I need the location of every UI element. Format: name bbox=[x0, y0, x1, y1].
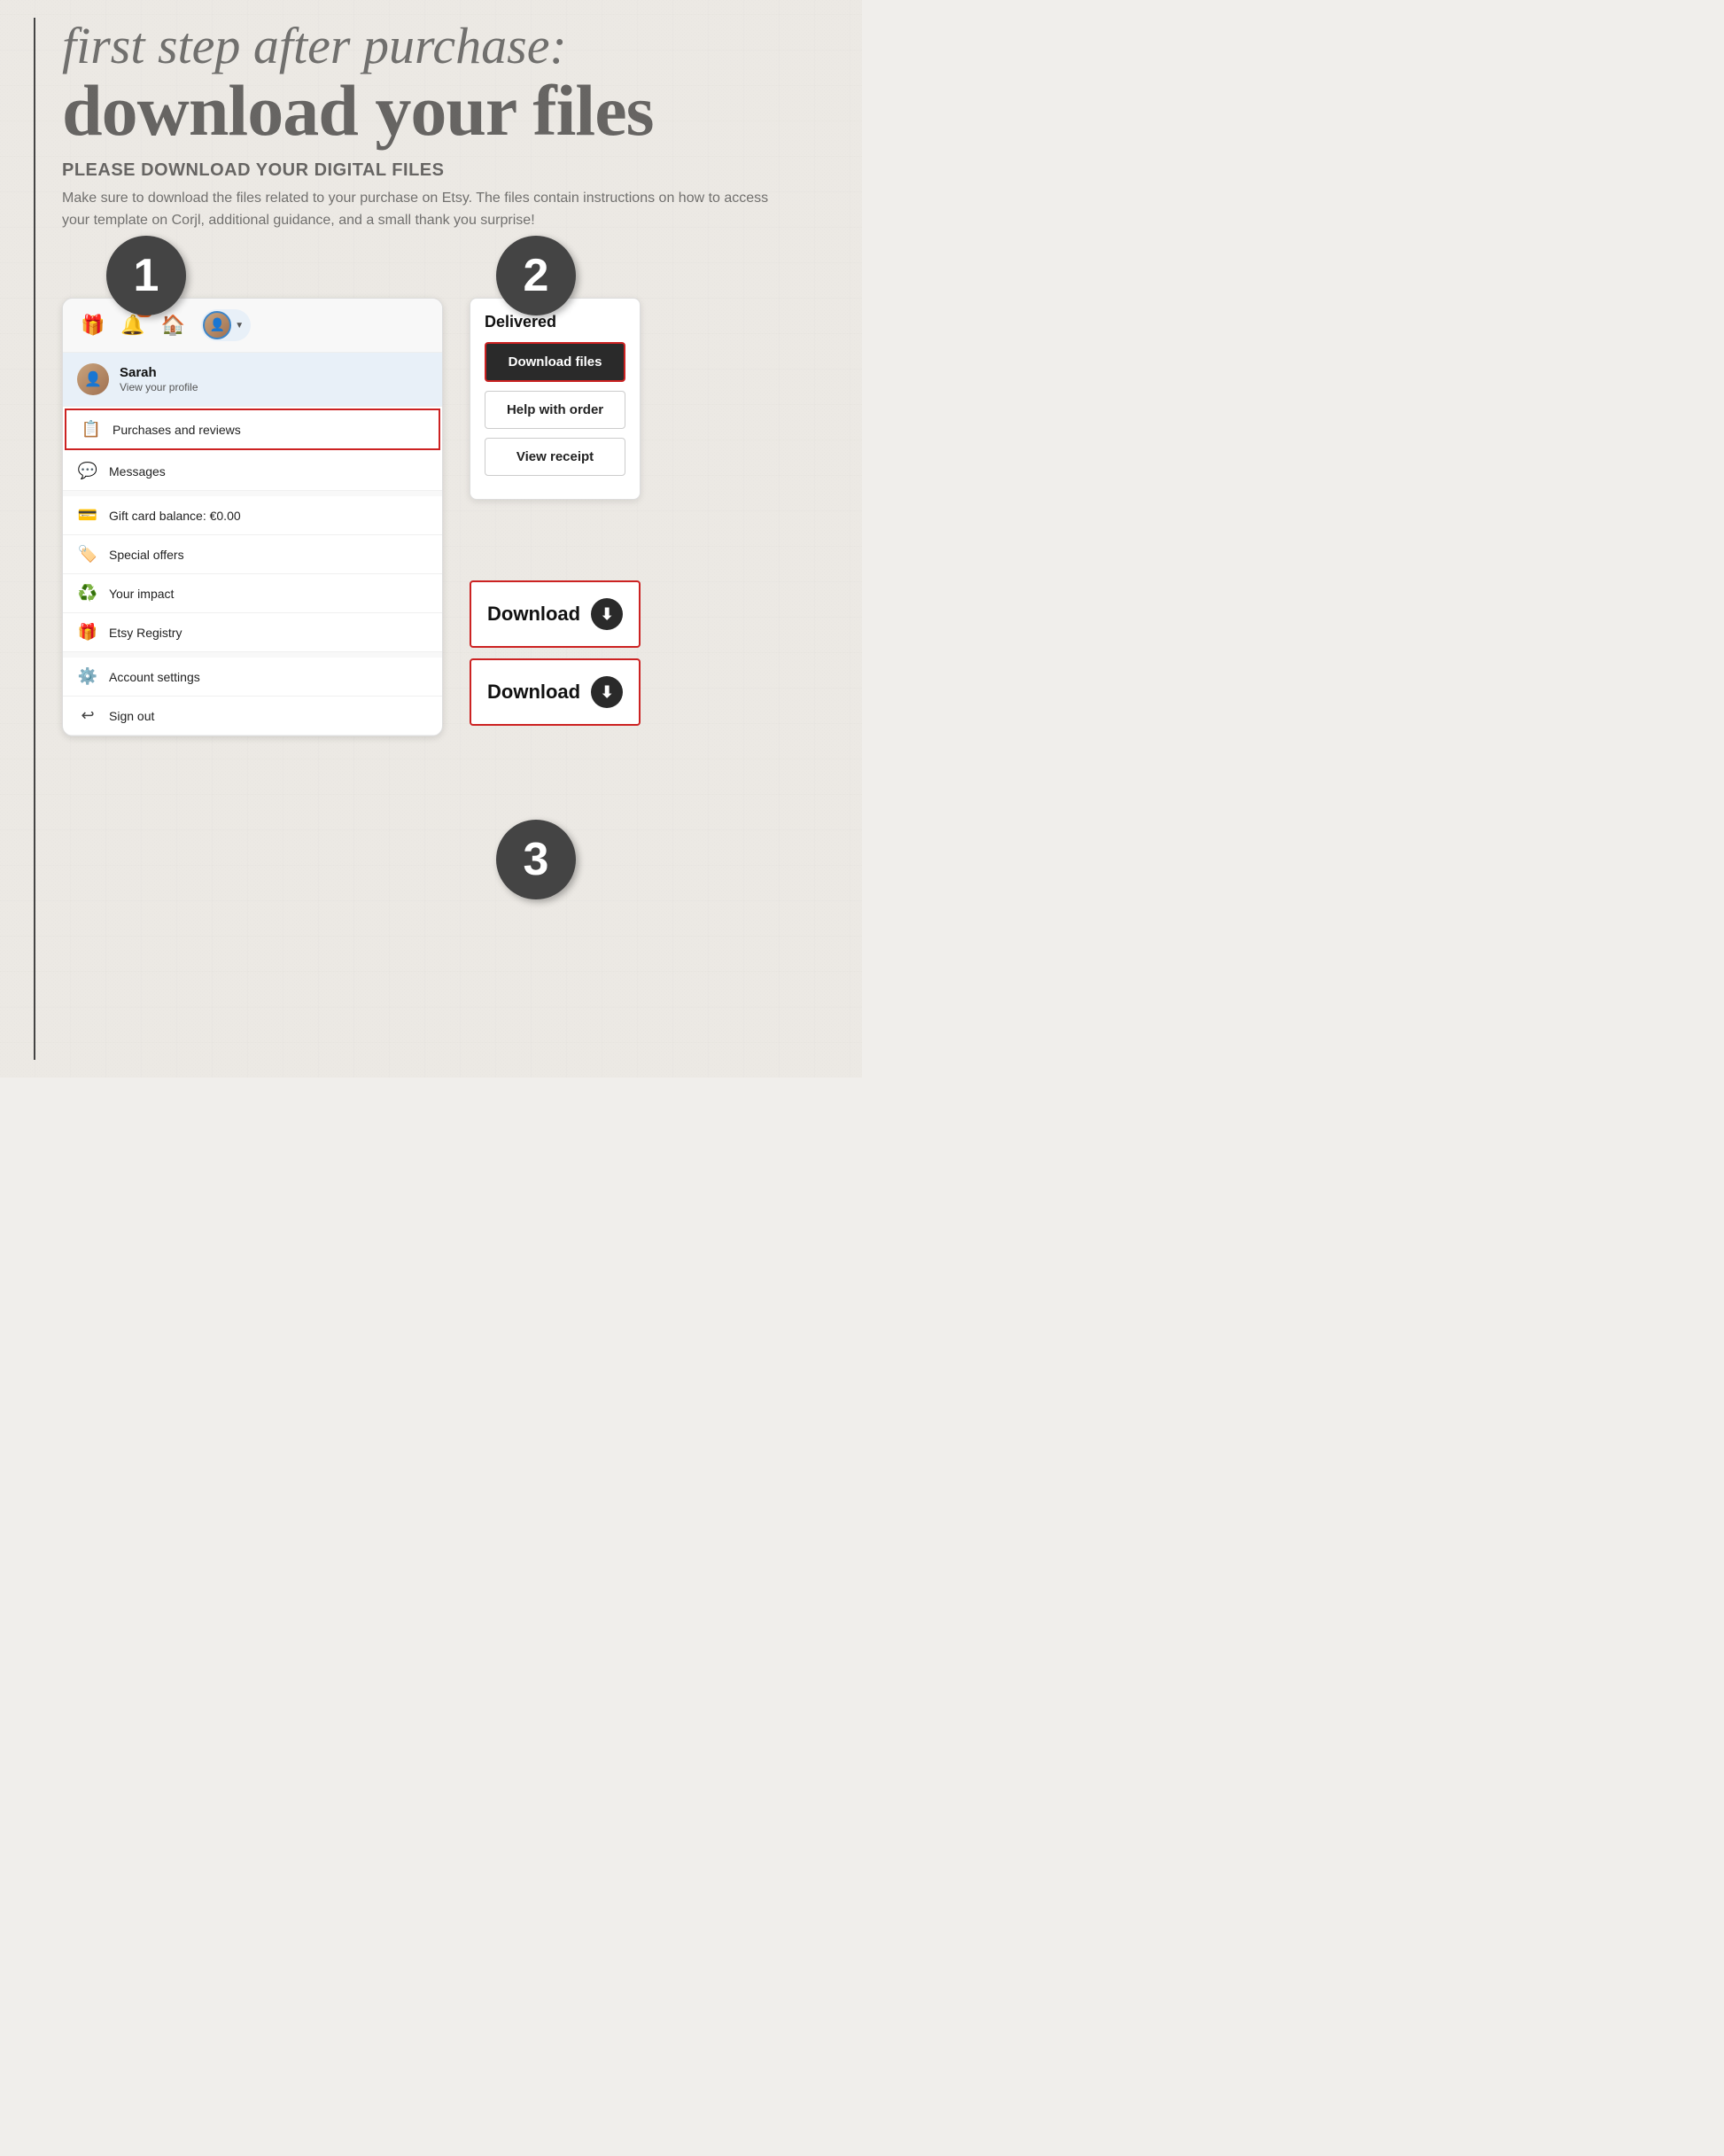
menu-item-giftcard-label: Gift card balance: €0.00 bbox=[109, 509, 241, 523]
step-3-number: 3 bbox=[496, 820, 576, 899]
download-icon-1: ⬇ bbox=[591, 598, 623, 630]
leaf-icon: ♻️ bbox=[77, 584, 98, 603]
menu-item-purchases-label: Purchases and reviews bbox=[113, 423, 241, 437]
home-icon: 🏠 bbox=[161, 314, 185, 337]
bold-title: download your files bbox=[62, 74, 827, 147]
download-label-2: Download bbox=[487, 681, 580, 704]
messages-icon: 💬 bbox=[77, 462, 98, 480]
right-column: 2 Delivered Download files Help with ord… bbox=[470, 253, 641, 736]
step-1-number: 1 bbox=[106, 236, 186, 315]
step-2-number: 2 bbox=[496, 236, 576, 315]
gear-icon: ⚙️ bbox=[77, 667, 98, 686]
notification-wrapper: 🔔 50 bbox=[120, 314, 144, 337]
profile-subtitle: View your profile bbox=[120, 381, 198, 393]
step-1-container: 1 🎁 🔔 50 🏠 👤 ▼ 👤 bbox=[62, 253, 443, 736]
menu-item-signout[interactable]: ↩ Sign out bbox=[63, 697, 442, 736]
menu-item-registry-label: Etsy Registry bbox=[109, 626, 182, 640]
menu-item-messages[interactable]: 💬 Messages bbox=[63, 452, 442, 491]
header-section: first step after purchase: download your… bbox=[62, 18, 827, 147]
order-status: Delivered bbox=[485, 313, 625, 331]
download-button-1[interactable]: Download ⬇ bbox=[470, 580, 641, 648]
etsy-mockup: 🎁 🔔 50 🏠 👤 ▼ 👤 Sarah bbox=[62, 298, 443, 736]
menu-item-messages-label: Messages bbox=[109, 464, 166, 479]
menu-item-registry[interactable]: 🎁 Etsy Registry bbox=[63, 613, 442, 652]
bell-icon: 🔔 bbox=[120, 314, 144, 336]
menu-profile-text: Sarah View your profile bbox=[120, 365, 198, 393]
download-icon-2: ⬇ bbox=[591, 676, 623, 708]
menu-item-special-offers[interactable]: 🏷️ Special offers bbox=[63, 535, 442, 574]
menu-item-giftcard[interactable]: 💳 Gift card balance: €0.00 bbox=[63, 496, 442, 535]
menu-item-impact-label: Your impact bbox=[109, 587, 174, 601]
description-section: PLEASE DOWNLOAD YOUR DIGITAL FILES Make … bbox=[62, 160, 827, 232]
download-files-button[interactable]: Download files bbox=[485, 342, 625, 382]
order-mockup: Delivered Download files Help with order… bbox=[470, 298, 641, 500]
chevron-down-icon: ▼ bbox=[235, 321, 244, 331]
menu-item-signout-label: Sign out bbox=[109, 709, 154, 723]
registry-icon: 🎁 bbox=[77, 623, 98, 642]
page-wrapper: WWW.MARRYFUL.ORG first step after purcha… bbox=[0, 0, 862, 1078]
help-with-order-button[interactable]: Help with order bbox=[485, 391, 625, 429]
download-section: Download ⬇ Download ⬇ bbox=[470, 580, 641, 726]
menu-item-purchases[interactable]: 📋 Purchases and reviews bbox=[65, 409, 440, 450]
avatar-dropdown[interactable]: 👤 ▼ bbox=[201, 309, 251, 341]
gift-icon: 🎁 bbox=[81, 314, 105, 337]
avatar-large: 👤 bbox=[203, 311, 231, 339]
menu-item-settings-label: Account settings bbox=[109, 670, 200, 684]
profile-name: Sarah bbox=[120, 365, 157, 380]
purchases-icon: 📋 bbox=[81, 420, 102, 439]
etsy-topbar: 🎁 🔔 50 🏠 👤 ▼ bbox=[63, 299, 442, 353]
desc-heading: PLEASE DOWNLOAD YOUR DIGITAL FILES bbox=[62, 160, 827, 181]
desc-body: Make sure to download the files related … bbox=[62, 188, 788, 232]
download-button-2[interactable]: Download ⬇ bbox=[470, 658, 641, 726]
steps-container: 1 🎁 🔔 50 🏠 👤 ▼ 👤 bbox=[62, 253, 827, 736]
left-border bbox=[34, 18, 35, 1060]
menu-item-settings[interactable]: ⚙️ Account settings bbox=[63, 658, 442, 697]
menu-avatar: 👤 bbox=[77, 363, 109, 395]
download-label-1: Download bbox=[487, 603, 580, 626]
menu-profile-item[interactable]: 👤 Sarah View your profile bbox=[63, 353, 442, 407]
step-3-container: 3 Download ⬇ Download ⬇ bbox=[470, 563, 641, 736]
tag-icon: 🏷️ bbox=[77, 545, 98, 564]
view-receipt-button[interactable]: View receipt bbox=[485, 438, 625, 476]
signout-icon: ↩ bbox=[77, 706, 98, 725]
step-2-container: 2 Delivered Download files Help with ord… bbox=[470, 253, 641, 545]
giftcard-icon: 💳 bbox=[77, 506, 98, 525]
menu-item-impact[interactable]: ♻️ Your impact bbox=[63, 574, 442, 613]
cursive-title: first step after purchase: bbox=[62, 18, 827, 74]
menu-item-special-offers-label: Special offers bbox=[109, 548, 184, 562]
